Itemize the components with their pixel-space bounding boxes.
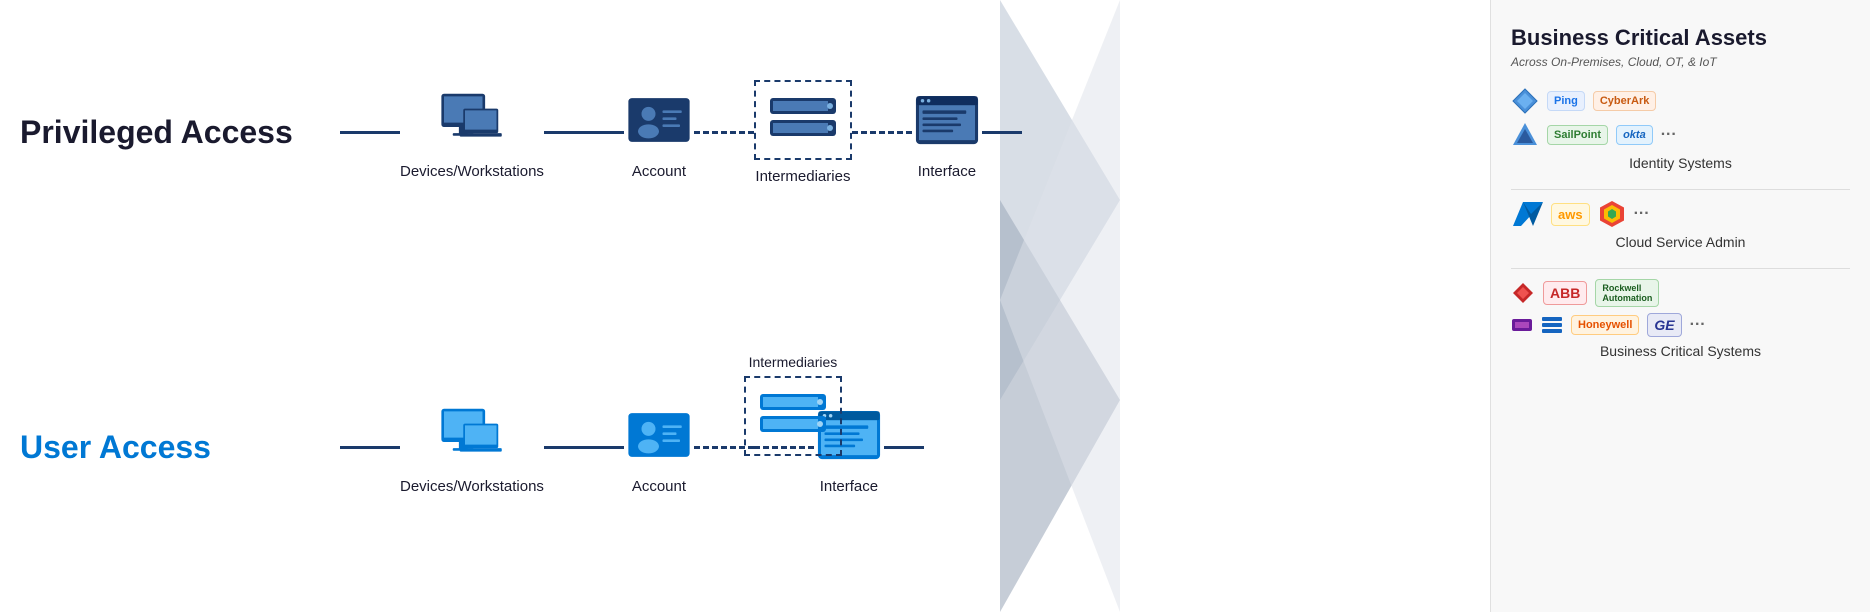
devices-workstations-user-box: Devices/Workstations xyxy=(400,400,544,495)
cloud-service-section: aws ··· Cloud Service Admin xyxy=(1511,200,1850,250)
cloud-service-label: Cloud Service Admin xyxy=(1511,234,1850,250)
intermediaries-priv-box: Intermediaries xyxy=(754,80,852,185)
cloud-logos-row: aws ··· xyxy=(1511,200,1850,228)
line-2-user xyxy=(544,446,624,449)
intermediary-wrapper-user xyxy=(744,376,842,456)
devices-workstations-user-icon xyxy=(437,400,507,470)
intermediaries-user-icon xyxy=(758,386,828,441)
account-priv-box: Account xyxy=(624,85,694,180)
ot-icon xyxy=(1511,314,1533,336)
divider-2 xyxy=(1511,268,1850,269)
divider-1 xyxy=(1511,189,1850,190)
account-priv-label: Account xyxy=(632,163,686,180)
okta-logo: okta xyxy=(1616,125,1653,145)
line-1-user xyxy=(340,446,400,449)
dashed-line-2-priv xyxy=(852,131,912,134)
biz-more: ··· xyxy=(1690,316,1706,334)
interface-priv-icon xyxy=(912,85,982,155)
azure-icon xyxy=(1511,200,1543,228)
dashed-line-1-priv xyxy=(694,131,754,134)
privileged-label: Privileged Access xyxy=(0,114,340,151)
business-critical-section: ABB RockwellAutomation Honeywell GE ··· … xyxy=(1511,279,1850,359)
interface-priv-label: Interface xyxy=(918,163,976,180)
stack-icon xyxy=(1541,314,1563,336)
sailpoint-logo: SailPoint xyxy=(1547,125,1608,145)
line-final-priv xyxy=(982,131,1022,134)
interface-user-label: Interface xyxy=(820,478,878,495)
account-priv-icon xyxy=(624,85,694,155)
user-access-row: User Access Devices/Workstations xyxy=(0,400,1490,495)
rockwell-logo: RockwellAutomation xyxy=(1595,279,1659,307)
devices-workstations-priv-box: Devices/Workstations xyxy=(400,85,544,180)
intermediaries-priv-label: Intermediaries xyxy=(755,168,850,185)
identity-systems-label: Identity Systems xyxy=(1511,155,1850,171)
user-title: User Access xyxy=(20,429,211,465)
identity-logos-row-2: SailPoint okta ··· xyxy=(1511,121,1850,149)
panel-subtitle: Across On-Premises, Cloud, OT, & IoT xyxy=(1511,55,1850,69)
identity-more: ··· xyxy=(1661,126,1677,144)
biz-logos-row-2: Honeywell GE ··· xyxy=(1511,313,1850,337)
ping-icon xyxy=(1511,87,1539,115)
right-panel: Business Critical Assets Across On-Premi… xyxy=(1490,0,1870,612)
main-diagram: Privileged Access Devices/Workstati xyxy=(0,0,1490,612)
intermediary-wrapper-priv xyxy=(754,80,852,160)
devices-workstations-priv-icon xyxy=(437,85,507,155)
abb-logo: ABB xyxy=(1543,281,1587,305)
diamond-icon xyxy=(1511,281,1535,305)
user-label: User Access xyxy=(0,429,340,466)
privileged-access-row: Privileged Access Devices/Workstati xyxy=(0,80,1490,185)
user-flow: Devices/Workstations Account xyxy=(340,400,1490,495)
panel-title: Business Critical Assets xyxy=(1511,25,1850,51)
intermediaries-user-float: Intermediaries xyxy=(744,346,842,456)
privileged-title: Privileged Access xyxy=(20,114,293,150)
ping-logo: Ping xyxy=(1547,91,1585,111)
identity-systems-section: Ping CyberArk SailPoint okta ··· Identit… xyxy=(1511,87,1850,171)
account-user-icon xyxy=(624,400,694,470)
account-user-label: Account xyxy=(632,478,686,495)
gcp-icon xyxy=(1598,200,1626,228)
line-1-priv xyxy=(340,131,400,134)
line-final-user xyxy=(884,446,924,449)
privileged-flow: Devices/Workstations Account xyxy=(340,80,1490,185)
intermediaries-priv-icon xyxy=(768,90,838,145)
cyberark-logo: CyberArk xyxy=(1593,91,1657,111)
devices-workstations-user-label: Devices/Workstations xyxy=(400,478,544,495)
intermediaries-user-label-top: Intermediaries xyxy=(749,354,838,370)
ge-logo: GE xyxy=(1647,313,1681,337)
aws-logo: aws xyxy=(1551,203,1590,226)
intermediaries-section-user: Intermediaries xyxy=(694,446,814,449)
account-user-box: Account xyxy=(624,400,694,495)
business-critical-label: Business Critical Systems xyxy=(1511,343,1850,359)
sailpoint-icon xyxy=(1511,121,1539,149)
honeywell-logo: Honeywell xyxy=(1571,315,1639,335)
interface-priv-box: Interface xyxy=(912,85,982,180)
line-2-priv xyxy=(544,131,624,134)
cloud-more: ··· xyxy=(1634,205,1650,223)
devices-workstations-priv-label: Devices/Workstations xyxy=(400,163,544,180)
biz-logos-row-1: ABB RockwellAutomation xyxy=(1511,279,1850,307)
identity-logos-row: Ping CyberArk xyxy=(1511,87,1850,115)
